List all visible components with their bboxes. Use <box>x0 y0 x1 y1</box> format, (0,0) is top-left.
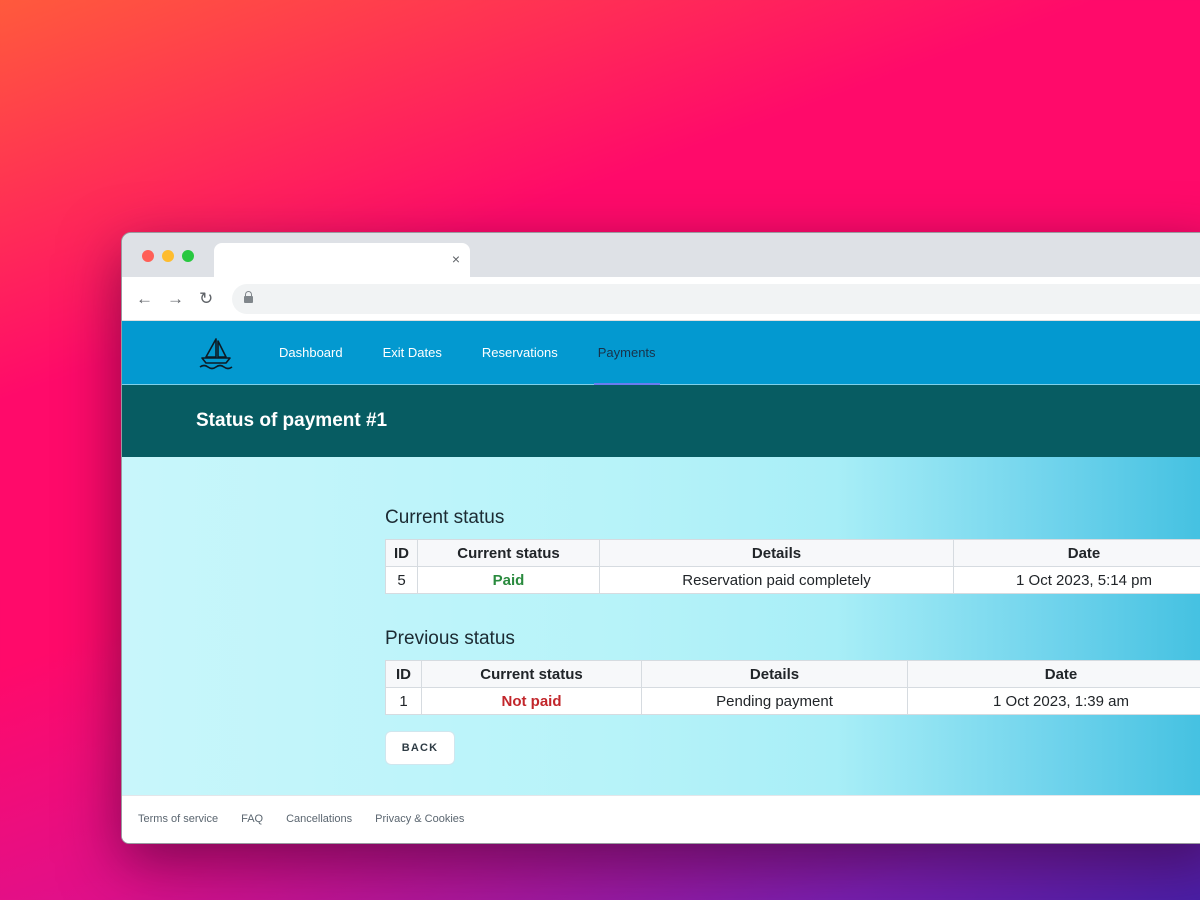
page-header: Status of payment #1 <box>122 385 1200 457</box>
status-badge-paid: Paid <box>417 566 600 594</box>
column-header-details: Details <box>599 539 954 567</box>
nav-reservations[interactable]: Reservations <box>462 321 578 385</box>
column-header-id: ID <box>385 660 422 688</box>
nav-dashboard[interactable]: Dashboard <box>279 321 363 385</box>
site-footer: Terms of service FAQ Cancellations Priva… <box>122 795 1200 843</box>
previous-status-table: ID Current status Details Date 1 Not pai… <box>385 660 1200 715</box>
status-badge-not-paid: Not paid <box>421 687 642 715</box>
forward-arrow-icon[interactable]: → <box>167 289 184 309</box>
nav-payments[interactable]: Payments <box>578 321 676 385</box>
cell-id: 1 <box>385 687 422 715</box>
reload-icon[interactable]: ↻ <box>199 289 213 309</box>
page-title: Status of payment #1 <box>196 410 388 431</box>
column-header-details: Details <box>641 660 908 688</box>
browser-tab[interactable]: × <box>214 243 470 277</box>
table-row: 1 Not paid Pending payment 1 Oct 2023, 1… <box>385 687 1200 715</box>
address-bar[interactable] <box>232 284 1200 314</box>
minimize-window-button[interactable] <box>162 250 174 262</box>
main-content: Current status ID Current status Details… <box>122 457 1200 795</box>
browser-titlebar: × <box>122 233 1200 277</box>
lock-icon <box>244 291 253 303</box>
browser-window: × ← → ↻ Dashboard Exit Dates Reservation… <box>121 232 1200 844</box>
table-header-row: ID Current status Details Date <box>385 660 1200 688</box>
previous-status-heading: Previous status <box>385 628 515 649</box>
footer-link-privacy[interactable]: Privacy & Cookies <box>375 813 464 825</box>
cell-id: 5 <box>385 566 418 594</box>
sailboat-icon[interactable] <box>196 335 236 371</box>
table-row: 5 Paid Reservation paid completely 1 Oct… <box>385 566 1200 594</box>
back-button[interactable]: BACK <box>385 731 455 765</box>
site-navbar: Dashboard Exit Dates Reservations Paymen… <box>122 321 1200 385</box>
column-header-id: ID <box>385 539 418 567</box>
cell-details: Reservation paid completely <box>599 566 954 594</box>
close-window-button[interactable] <box>142 250 154 262</box>
cell-date: 1 Oct 2023, 5:14 pm <box>953 566 1200 594</box>
footer-link-terms[interactable]: Terms of service <box>138 813 218 825</box>
nav-exit-dates[interactable]: Exit Dates <box>363 321 462 385</box>
current-status-table: ID Current status Details Date 5 Paid Re… <box>385 539 1200 594</box>
cell-details: Pending payment <box>641 687 908 715</box>
footer-link-cancellations[interactable]: Cancellations <box>286 813 352 825</box>
tab-close-icon[interactable]: × <box>452 251 460 267</box>
table-header-row: ID Current status Details Date <box>385 539 1200 567</box>
footer-link-faq[interactable]: FAQ <box>241 813 263 825</box>
column-header-status: Current status <box>417 539 600 567</box>
maximize-window-button[interactable] <box>182 250 194 262</box>
browser-toolbar: ← → ↻ <box>122 277 1200 321</box>
cell-date: 1 Oct 2023, 1:39 am <box>907 687 1200 715</box>
column-header-status: Current status <box>421 660 642 688</box>
window-controls <box>142 250 194 262</box>
back-arrow-icon[interactable]: ← <box>136 289 153 309</box>
current-status-heading: Current status <box>385 507 505 528</box>
column-header-date: Date <box>907 660 1200 688</box>
column-header-date: Date <box>953 539 1200 567</box>
main-nav: Dashboard Exit Dates Reservations Paymen… <box>279 321 676 385</box>
footer-links: Terms of service FAQ Cancellations Priva… <box>138 813 464 825</box>
